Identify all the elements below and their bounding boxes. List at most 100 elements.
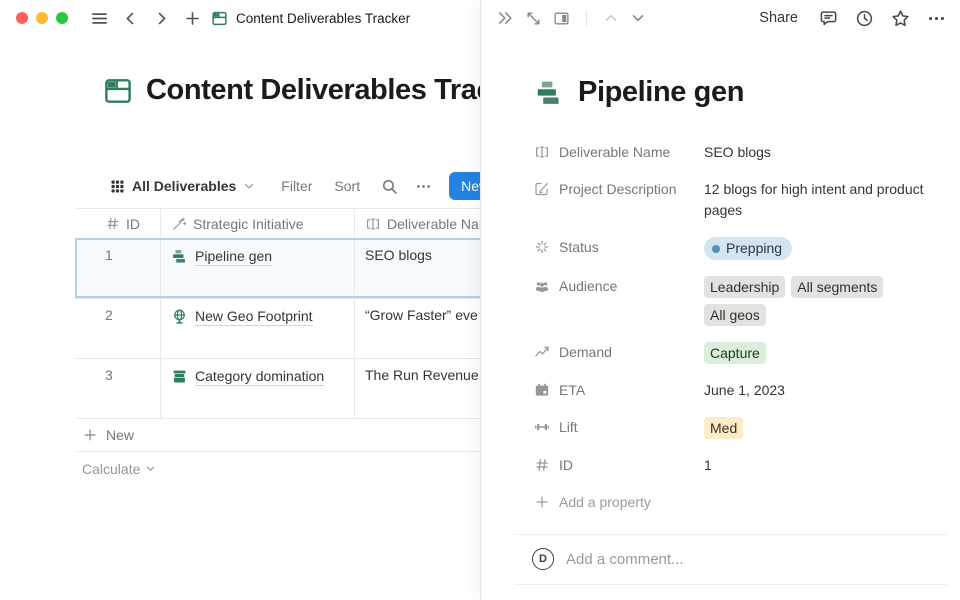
hamburger-menu-icon[interactable] — [88, 7, 110, 29]
lift-tag[interactable]: Med — [704, 417, 743, 439]
property-lift: Lift Med — [534, 409, 947, 447]
comments-icon[interactable] — [819, 9, 838, 28]
column-header-initiative[interactable]: Strategic Initiative — [160, 209, 354, 238]
share-button[interactable]: Share — [759, 10, 798, 26]
property-value: Prepping — [704, 237, 792, 260]
property-label[interactable]: ETA — [559, 380, 704, 400]
column-header-id[interactable]: ID — [76, 209, 160, 238]
property-value: Capture — [704, 342, 766, 364]
bar-chart-page-icon[interactable] — [534, 78, 564, 108]
window-controls — [16, 12, 68, 24]
page-link[interactable]: Category domination — [195, 367, 324, 386]
more-options-icon[interactable] — [411, 174, 435, 198]
property-label[interactable]: Project Description — [559, 179, 704, 199]
cell-id[interactable]: 3 — [76, 359, 160, 418]
chevron-down-icon — [145, 463, 156, 474]
side-peek-panel: Share — [480, 0, 960, 600]
panel-page-title[interactable]: Pipeline gen — [578, 76, 744, 109]
tab-title: Content Deliverables Tracker — [236, 11, 410, 26]
view-name: All Deliverables — [132, 178, 236, 194]
add-property-button[interactable]: Add a property — [534, 484, 947, 520]
column-label-id: ID — [126, 216, 140, 232]
people-icon — [534, 278, 550, 294]
page-title[interactable]: Content Deliverables Tracker — [146, 74, 535, 107]
sort-button[interactable]: Sort — [334, 178, 360, 194]
calculate-label: Calculate — [82, 461, 140, 477]
edit-pencil-icon — [534, 181, 550, 197]
property-label[interactable]: Status — [559, 237, 704, 257]
previous-record-icon[interactable] — [603, 10, 619, 26]
history-clock-icon[interactable] — [855, 9, 874, 28]
dumbbell-icon — [534, 419, 550, 435]
favorite-star-icon[interactable] — [891, 9, 910, 28]
view-tab-all-deliverables[interactable]: All Deliverables — [110, 178, 255, 194]
plus-icon — [534, 494, 550, 510]
page-chip[interactable]: Category domination — [171, 367, 354, 386]
panel-toolbar: Share — [481, 0, 960, 36]
new-tab-icon[interactable] — [181, 7, 203, 29]
page-database-icon[interactable] — [103, 76, 133, 106]
text-field-icon — [534, 144, 550, 160]
plus-icon — [82, 427, 98, 443]
side-peek-mode-icon[interactable] — [553, 10, 570, 27]
calendar-icon — [534, 382, 550, 398]
panel-toolbar-right: Share — [759, 9, 946, 28]
cell-id[interactable]: 2 — [76, 299, 160, 358]
cell-id[interactable]: 1 — [76, 239, 160, 298]
page-link[interactable]: New Geo Footprint — [195, 307, 313, 326]
property-value[interactable]: 12 blogs for high intent and product pag… — [704, 179, 936, 221]
minimize-window-button[interactable] — [36, 12, 48, 24]
audience-tag[interactable]: Leadership — [704, 276, 785, 298]
demand-tag[interactable]: Capture — [704, 342, 766, 364]
hash-icon — [534, 457, 550, 473]
property-value[interactable]: 1 — [704, 455, 712, 476]
property-status: Status Prepping — [534, 229, 947, 268]
table-view-icon — [110, 179, 125, 194]
panel-toolbar-left — [496, 9, 646, 27]
document-tab[interactable]: Content Deliverables Tracker — [211, 10, 410, 27]
cell-initiative[interactable]: Pipeline gen — [160, 239, 354, 298]
expand-page-icon[interactable] — [525, 10, 542, 27]
bar-chart-page-icon — [171, 248, 188, 265]
property-value: Leadership All segments All geos — [704, 276, 936, 326]
close-peek-icon[interactable] — [496, 9, 514, 27]
property-value[interactable]: SEO blogs — [704, 142, 771, 163]
page-chip[interactable]: Pipeline gen — [171, 247, 354, 266]
close-window-button[interactable] — [16, 12, 28, 24]
property-list: Deliverable Name SEO blogs Project Descr… — [534, 134, 947, 520]
page-chip[interactable]: New Geo Footprint — [171, 307, 354, 326]
property-label[interactable]: Audience — [559, 276, 704, 296]
forward-icon[interactable] — [150, 7, 172, 29]
new-row-label: New — [106, 427, 134, 443]
comment-input[interactable]: Add a comment... — [566, 551, 684, 568]
panel-title-row: Pipeline gen — [534, 76, 947, 109]
app-window: Content Deliverables Tracker Content Del… — [0, 0, 960, 600]
zoom-window-button[interactable] — [56, 12, 68, 24]
comment-composer: D Add a comment... — [532, 535, 947, 584]
next-record-icon[interactable] — [630, 10, 646, 26]
text-field-icon — [365, 216, 381, 232]
back-icon[interactable] — [119, 7, 141, 29]
property-deliverable-name: Deliverable Name SEO blogs — [534, 134, 947, 171]
cell-initiative[interactable]: Category domination — [160, 359, 354, 418]
add-property-label: Add a property — [559, 492, 651, 512]
filter-button[interactable]: Filter — [281, 178, 312, 194]
search-icon[interactable] — [377, 174, 401, 198]
property-label[interactable]: Deliverable Name — [559, 142, 704, 162]
property-label[interactable]: Demand — [559, 342, 704, 362]
audience-tag[interactable]: All segments — [791, 276, 883, 298]
property-label[interactable]: Lift — [559, 417, 704, 437]
database-icon — [211, 10, 228, 27]
more-actions-icon[interactable] — [927, 9, 946, 28]
nav-controls — [88, 7, 203, 29]
toolbar-divider — [586, 10, 587, 26]
property-audience: Audience Leadership All segments All geo… — [534, 268, 947, 334]
page-link[interactable]: Pipeline gen — [195, 247, 272, 266]
property-label[interactable]: ID — [559, 455, 704, 475]
status-tag[interactable]: Prepping — [704, 237, 792, 260]
audience-tag[interactable]: All geos — [704, 304, 766, 326]
stack-page-icon — [171, 368, 188, 385]
property-id: ID 1 — [534, 447, 947, 484]
cell-initiative[interactable]: New Geo Footprint — [160, 299, 354, 358]
property-value[interactable]: June 1, 2023 — [704, 380, 785, 401]
